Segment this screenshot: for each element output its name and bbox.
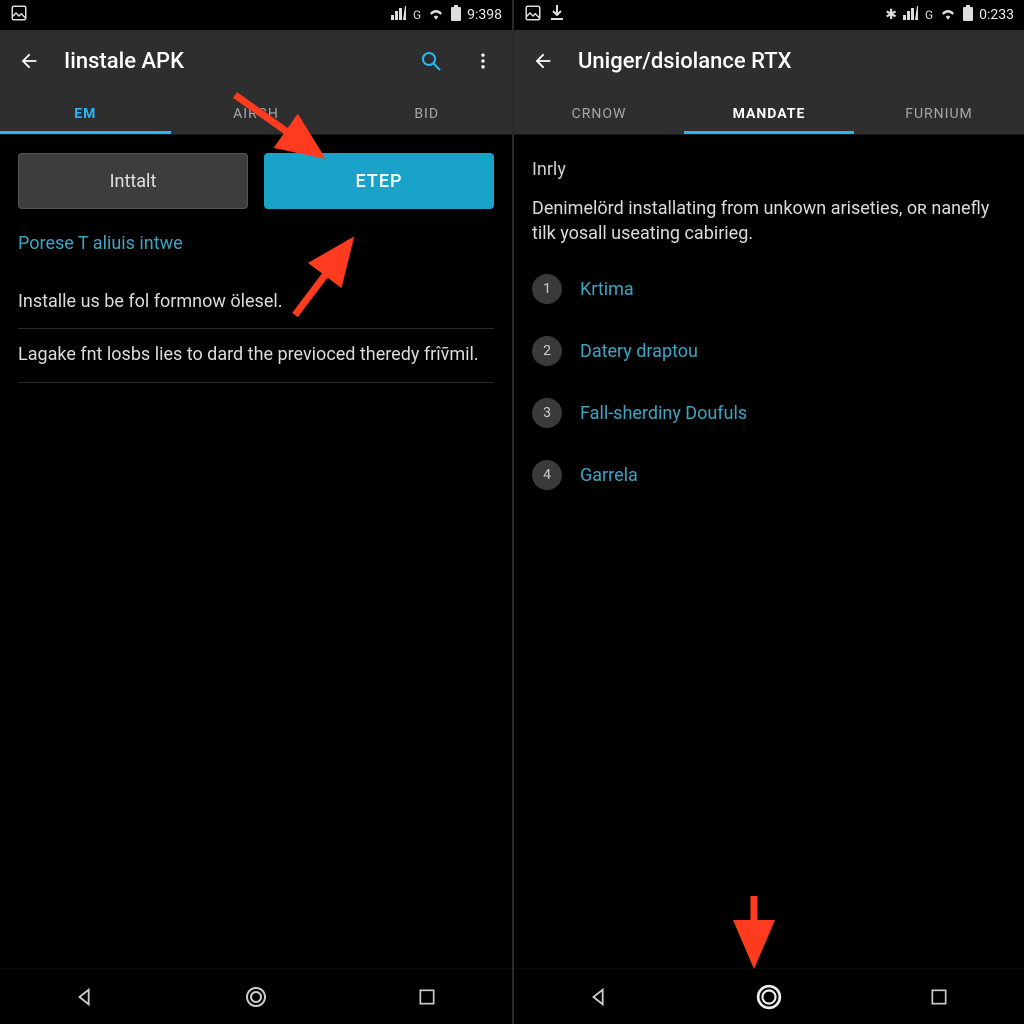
back-icon[interactable] — [12, 44, 46, 78]
tab-airch[interactable]: AIRCH — [171, 92, 342, 134]
app-bar: Uniger/dsiolance RTX — [514, 30, 1024, 92]
step-label: Krtima — [580, 279, 634, 300]
signal-icon — [391, 6, 407, 24]
page-title: Uniger/dsiolance RTX — [578, 49, 792, 74]
tab-crnow[interactable]: CRNOW — [514, 92, 684, 134]
status-bar: ✱ G 0:233 — [514, 0, 1024, 30]
data-icon: G — [413, 8, 421, 22]
bug-icon: ✱ — [885, 7, 897, 23]
step-number: 3 — [532, 398, 562, 428]
button-label: ETEP — [356, 171, 403, 192]
list-item[interactable]: 3 Fall-sherdiny Doufuls — [532, 398, 1006, 428]
signal-icon — [903, 6, 919, 24]
section-heading: Inrly — [532, 159, 1006, 180]
download-icon — [550, 5, 564, 25]
install-button[interactable]: Inttalt — [18, 153, 248, 209]
page-title: Iinstale APK — [64, 49, 184, 74]
tab-em[interactable]: EM — [0, 92, 171, 134]
status-time: 0:233 — [979, 7, 1014, 23]
wifi-icon — [939, 6, 957, 24]
paragraph: Installe us be fol formnow ölesel. — [18, 276, 494, 329]
step-label: Datery draptou — [580, 341, 698, 362]
nav-bar — [514, 968, 1024, 1024]
tab-mandate[interactable]: MANDATE — [684, 92, 854, 134]
step-number: 4 — [532, 460, 562, 490]
back-icon[interactable] — [526, 44, 560, 78]
list-item[interactable]: 2 Datery draptou — [532, 336, 1006, 366]
link-line[interactable]: Porese T aliuis intwe — [18, 233, 494, 254]
overflow-icon[interactable] — [466, 44, 500, 78]
status-bar: G 9:398 — [0, 0, 512, 30]
step-number: 1 — [532, 274, 562, 304]
content-area: Inttalt ETEP Porese T aliuis intwe Insta… — [0, 135, 512, 968]
tab-label: AIRCH — [233, 106, 279, 122]
picture-icon — [524, 4, 542, 26]
status-time: 9:398 — [467, 7, 502, 23]
screenshot-left: G 9:398 Iinstale APK EM AIRCH BID Intta — [0, 0, 512, 1024]
list-item[interactable]: 4 Garrela — [532, 460, 1006, 490]
nav-back-icon[interactable] — [71, 983, 99, 1011]
tab-furnium[interactable]: FURNIUM — [854, 92, 1024, 134]
description-text: Denimelörd installating from unkown aris… — [532, 196, 1006, 246]
nav-bar — [0, 968, 512, 1024]
step-button[interactable]: ETEP — [264, 153, 494, 209]
app-bar: Iinstale APK — [0, 30, 512, 92]
tab-label: EM — [74, 106, 96, 122]
search-icon[interactable] — [414, 44, 448, 78]
annotation-arrow-icon — [724, 888, 784, 978]
nav-back-icon[interactable] — [585, 983, 613, 1011]
tab-label: MANDATE — [733, 106, 806, 122]
screenshot-right: ✱ G 0:233 Uniger/dsiolance RTX CRNOW MAN… — [512, 0, 1024, 1024]
tab-bid[interactable]: BID — [341, 92, 512, 134]
list-item[interactable]: 1 Krtima — [532, 274, 1006, 304]
nav-home-icon[interactable] — [755, 983, 783, 1011]
picture-icon — [10, 4, 28, 26]
tab-bar: CRNOW MANDATE FURNIUM — [514, 92, 1024, 135]
step-number: 2 — [532, 336, 562, 366]
wifi-icon — [427, 6, 445, 24]
button-row: Inttalt ETEP — [18, 153, 494, 209]
battery-icon — [451, 5, 461, 25]
step-list: 1 Krtima 2 Datery draptou 3 Fall-sherdiny D… — [532, 274, 1006, 490]
tab-bar: EM AIRCH BID — [0, 92, 512, 135]
nav-recent-icon[interactable] — [413, 983, 441, 1011]
tab-label: BID — [414, 106, 439, 122]
tab-label: CRNOW — [572, 106, 627, 122]
data-icon: G — [925, 8, 933, 22]
paragraph: Lagake fnt losbs lies to dard the previo… — [18, 329, 494, 382]
step-label: Garrela — [580, 465, 638, 486]
content-area: Inrly Denimelörd installating from unkow… — [514, 135, 1024, 968]
nav-home-icon[interactable] — [242, 983, 270, 1011]
battery-icon — [963, 5, 973, 25]
tab-label: FURNIUM — [905, 106, 973, 122]
nav-recent-icon[interactable] — [925, 983, 953, 1011]
step-label: Fall-sherdiny Doufuls — [580, 403, 747, 424]
button-label: Inttalt — [110, 171, 157, 192]
